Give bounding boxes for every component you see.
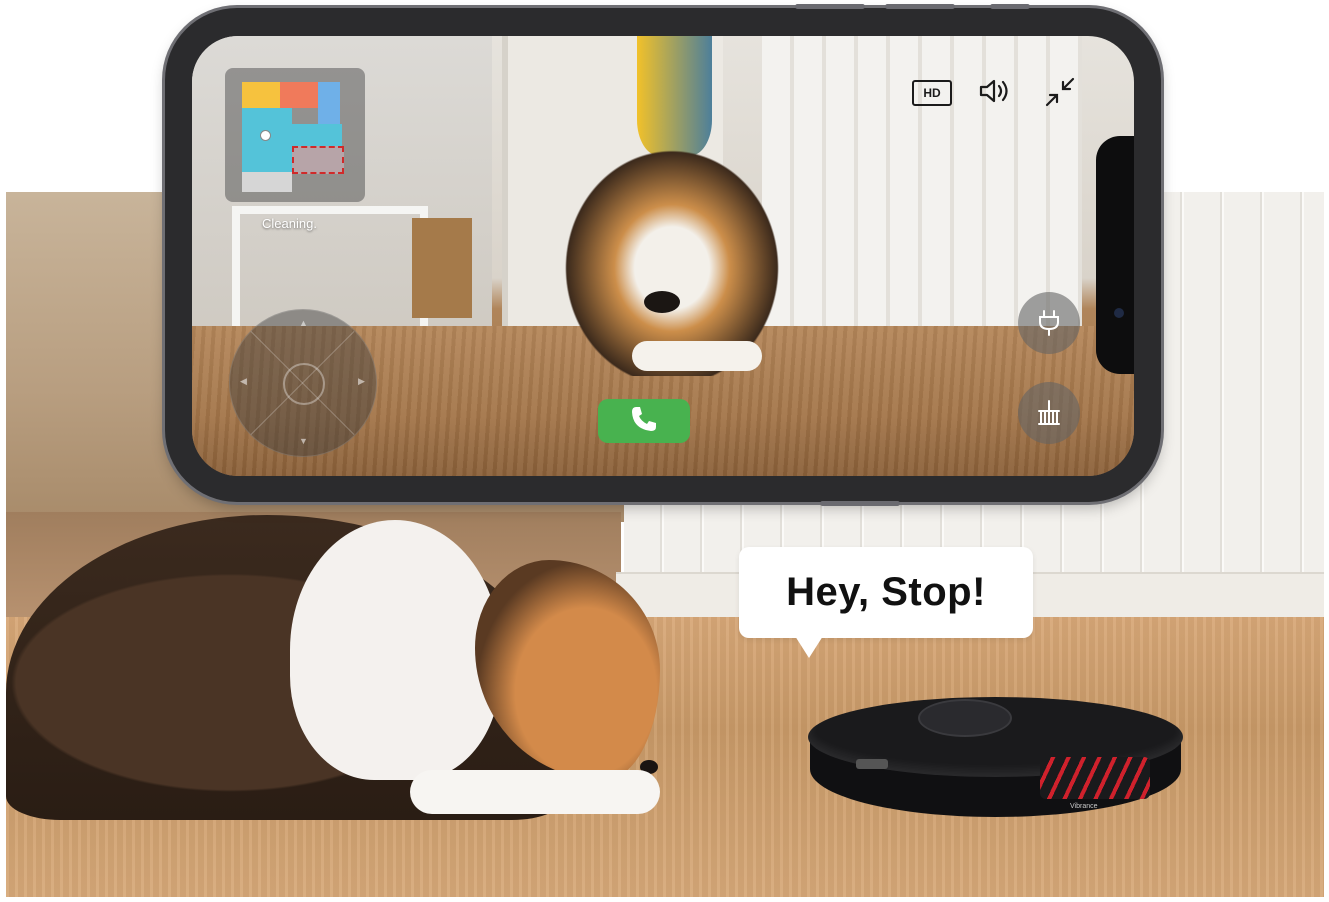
volume-icon[interactable]	[978, 76, 1010, 111]
dog-paws	[410, 770, 660, 814]
feed-basket	[412, 218, 472, 318]
speech-bubble-text: Hey, Stop!	[786, 570, 986, 614]
map-room	[242, 172, 292, 192]
map-room	[318, 82, 340, 124]
feed-dog-paws	[632, 341, 762, 371]
hd-quality-toggle[interactable]: HD	[912, 80, 952, 106]
feed-dog	[552, 136, 792, 376]
direction-joystick[interactable]: ▲ ▼ ◀ ▶	[229, 309, 377, 457]
robot-position-icon	[260, 130, 271, 141]
robot-vacuum: Vibrance	[808, 697, 1183, 822]
speech-bubble: Hey, Stop!	[739, 547, 1033, 658]
joystick-down-arrow-icon[interactable]: ▼	[299, 436, 308, 446]
joystick-up-arrow-icon[interactable]: ▲	[299, 318, 308, 328]
joystick-right-arrow-icon[interactable]: ▶	[358, 376, 365, 387]
robot-red-accent	[1040, 757, 1150, 799]
charge-plug-icon[interactable]	[1018, 292, 1080, 354]
mini-map[interactable]	[225, 68, 365, 202]
map-room	[242, 82, 280, 108]
front-camera	[1114, 308, 1124, 318]
camera-feed-screen: Cleaning. ▲ ▼ ◀ ▶ HD	[192, 36, 1134, 476]
voice-call-button[interactable]	[598, 399, 690, 443]
robot-brand-label: Vibrance	[1070, 803, 1098, 810]
mop-brush-icon[interactable]	[1018, 382, 1080, 444]
robot-lidar-turret	[918, 699, 1012, 737]
smartphone: Cleaning. ▲ ▼ ◀ ▶ HD	[165, 4, 1161, 506]
robot-button	[856, 759, 888, 769]
map-selected-zone	[292, 146, 344, 174]
product-scene: Vibrance Hey, Stop! Cleaning. ▲ ▼ ◀ ▶ HD	[0, 0, 1329, 902]
joystick-left-arrow-icon[interactable]: ◀	[240, 376, 247, 387]
phone-notch	[1096, 136, 1134, 374]
exit-fullscreen-icon[interactable]	[1044, 76, 1076, 113]
map-room	[280, 82, 318, 108]
phone-call-icon	[629, 404, 659, 439]
feed-dog-nose	[644, 291, 680, 313]
phone-power-button	[820, 501, 900, 506]
phone-side-button	[990, 4, 1030, 9]
cleaning-status: Cleaning.	[262, 216, 317, 231]
joystick-center[interactable]	[283, 363, 325, 405]
phone-side-button	[885, 4, 955, 9]
dog-chest-fur	[290, 520, 500, 780]
phone-side-button	[795, 4, 865, 9]
